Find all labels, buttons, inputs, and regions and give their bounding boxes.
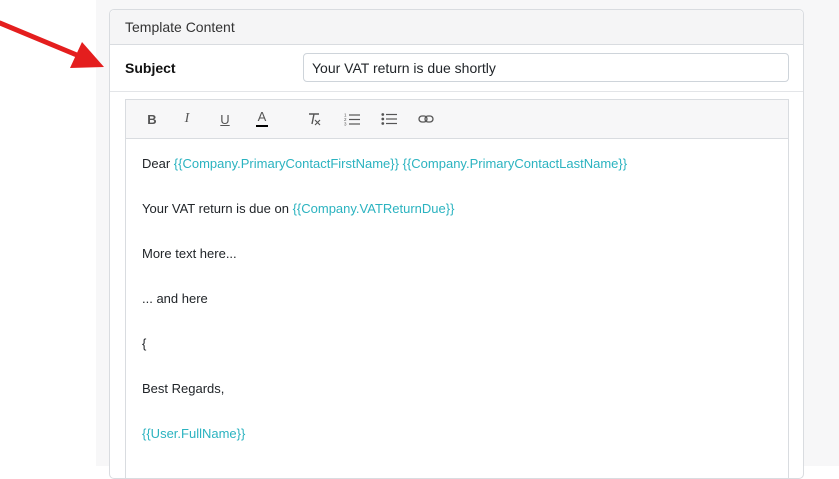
body-line-greeting: Dear {{Company.PrimaryContactFirstName}}…: [142, 156, 627, 171]
italic-button[interactable]: I: [176, 109, 198, 129]
placeholder-vat-return-due: {{Company.VATReturnDue}}: [292, 201, 455, 216]
underline-icon: U: [220, 111, 230, 127]
body-line-and-here: ... and here: [142, 291, 208, 306]
due-text: Your VAT return is due on: [142, 201, 293, 216]
editor-toolbar: B I U A 1 2 3: [126, 100, 788, 139]
template-content-card: Template Content Subject B I U A: [109, 9, 804, 479]
body-line-brace: {: [142, 336, 147, 351]
font-color-icon: A: [257, 109, 267, 124]
font-color-swatch: [256, 125, 268, 127]
subject-row: Subject: [110, 45, 803, 92]
red-arrow-icon: [0, 20, 104, 68]
bold-icon: B: [147, 111, 157, 127]
subject-label: Subject: [125, 60, 176, 76]
ordered-list-button[interactable]: 1 2 3: [341, 109, 363, 129]
placeholder-first-name: {{Company.PrimaryContactFirstName}}: [173, 156, 399, 171]
body-line-more-text: More text here...: [142, 246, 237, 261]
body-line-regards: Best Regards,: [142, 381, 225, 396]
link-button[interactable]: [415, 109, 437, 129]
placeholder-last-name: {{Company.PrimaryContactLastName}}: [402, 156, 628, 171]
clear-format-icon: [309, 113, 321, 126]
ordered-list-icon: 1 2 3: [344, 113, 360, 127]
card-header: Template Content: [110, 10, 803, 45]
subject-input[interactable]: [303, 53, 789, 82]
clear-format-button[interactable]: [303, 109, 325, 129]
bullet-list-icon: [381, 113, 397, 125]
bullet-list-button[interactable]: [378, 109, 400, 129]
body-line-due: Your VAT return is due on {{Company.VATR…: [142, 201, 454, 216]
italic-icon: I: [184, 111, 190, 126]
rich-text-editor: B I U A 1 2 3 Dear {{Company.PrimaryCont…: [125, 99, 789, 479]
link-icon: [418, 115, 434, 123]
font-color-button[interactable]: A: [251, 109, 273, 129]
greeting-text: Dear: [142, 156, 174, 171]
underline-button[interactable]: U: [214, 109, 236, 129]
svg-text:3: 3: [344, 122, 347, 127]
card-header-title: Template Content: [125, 19, 235, 35]
placeholder-user-full-name: {{User.FullName}}: [142, 426, 246, 441]
bold-button[interactable]: B: [141, 109, 163, 129]
